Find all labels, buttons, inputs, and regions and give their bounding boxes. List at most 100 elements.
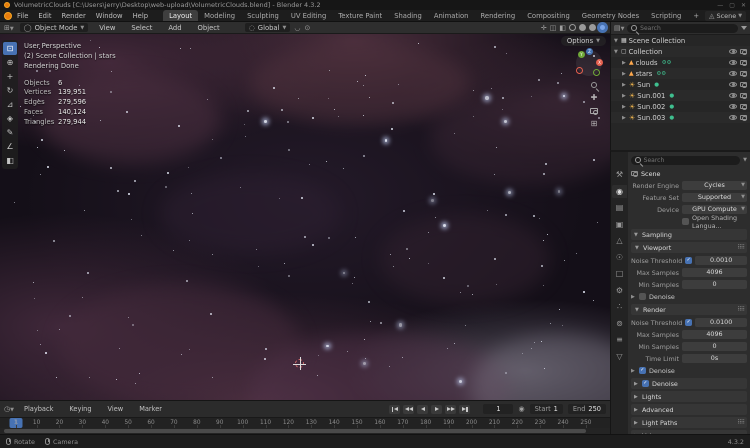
timeline-ruler[interactable]: 1 1 10 20 30 40 50 60 70 80 90 100 110 120 130 140 150 1… [0, 417, 610, 428]
caret-icon[interactable]: ▶ [622, 82, 627, 88]
viewport-menu-view[interactable]: View [94, 23, 120, 33]
noise-threshold-checkbox[interactable] [685, 319, 693, 326]
tool-scale-button[interactable]: ⊿ [3, 98, 17, 111]
properties-tab-particles[interactable]: ∴ [612, 300, 627, 313]
editor-type-selector[interactable]: ⊞▼ [4, 24, 14, 32]
property-number-field[interactable]: 0.0100 [695, 318, 747, 327]
properties-tab-physics[interactable]: ⊚ [612, 317, 627, 330]
tab-modeling[interactable]: Modeling [198, 10, 241, 21]
tool-move-button[interactable]: + [3, 70, 17, 83]
tab-animation[interactable]: Animation [428, 10, 475, 21]
property-dropdown[interactable]: Supported ▼ [682, 193, 747, 202]
tool-add-cube-button[interactable]: ◧ [3, 154, 17, 167]
properties-tab-object[interactable]: □ [612, 267, 627, 280]
hide-viewport-icon[interactable] [729, 82, 737, 87]
viewport-denoise-checkbox[interactable] [639, 293, 646, 300]
zoom-icon[interactable] [591, 82, 597, 88]
filter-icon[interactable] [741, 26, 747, 30]
caret-icon[interactable]: ▶ [622, 60, 627, 66]
properties-search[interactable] [631, 155, 741, 165]
sampling-panel-header[interactable]: ▼ Sampling [631, 229, 747, 240]
options-dropdown[interactable]: Options ▼ [560, 36, 606, 46]
timeline-menu-keying[interactable]: Keying [64, 404, 96, 414]
properties-tab-view-layer[interactable]: ▣ [612, 218, 627, 231]
tab-sculpting[interactable]: Sculpting [241, 10, 285, 21]
tab-scripting[interactable]: Scripting [645, 10, 687, 21]
osl-checkbox[interactable] [682, 218, 689, 225]
disable-render-icon[interactable] [740, 104, 747, 110]
caret-icon[interactable]: ▼ [614, 49, 619, 55]
hide-viewport-icon[interactable] [729, 49, 737, 54]
axis-y-neg-icon[interactable] [593, 69, 600, 76]
section-lights[interactable]: ▶ Lights [631, 391, 747, 402]
hide-viewport-icon[interactable] [729, 104, 737, 109]
minimize-button[interactable]: — [717, 2, 723, 9]
outliner-row-clouds[interactable]: ▶ ▲ clouds ⚙⚙ [611, 57, 750, 68]
outliner-display-mode-icon[interactable]: ▤▼ [614, 24, 624, 32]
outliner-search-input[interactable] [640, 24, 734, 32]
properties-tab-render[interactable]: ◉ [612, 184, 627, 198]
denoise-checkbox[interactable] [642, 380, 649, 387]
shading-material-button[interactable] [589, 24, 596, 31]
property-dropdown[interactable]: GPU Compute ▼ [682, 205, 747, 214]
menu-help[interactable]: Help [128, 11, 154, 21]
noise-threshold-checkbox[interactable] [685, 257, 693, 264]
viewport-3d[interactable]: Options ▼ X Y Z ✚ ⊞ ⊡ ⊕ + ↻ ⊿ ◈ ✎ ∠ ◧ User Persp… [0, 34, 610, 400]
viewport-menu-object[interactable]: Object [193, 23, 225, 33]
timeline-editor-type-icon[interactable]: ◷▼ [4, 405, 14, 413]
viewport-denoise-row[interactable]: ▶ Denoise [631, 291, 747, 302]
axis-x-neg-icon[interactable] [576, 67, 583, 74]
caret-down-icon[interactable]: ▼ [614, 38, 619, 44]
play-button[interactable] [431, 404, 443, 414]
maximize-button[interactable]: ▢ [729, 2, 735, 9]
caret-icon[interactable]: ▶ [622, 71, 627, 77]
hide-viewport-icon[interactable] [729, 115, 737, 120]
outliner-row-sun-002[interactable]: ▶ ☀ Sun.002 ● [611, 101, 750, 112]
disable-render-icon[interactable] [740, 71, 747, 77]
disable-render-icon[interactable] [740, 82, 747, 88]
jump-to-end-button[interactable] [459, 404, 471, 414]
blender-menu-icon[interactable] [4, 11, 12, 20]
properties-tab-modifiers[interactable]: ⚙ [612, 284, 627, 297]
axis-z-icon[interactable]: Z [586, 48, 593, 55]
properties-tab-data[interactable]: ▽ [612, 350, 627, 363]
property-number-field[interactable]: 4096 [682, 268, 747, 277]
menu-edit[interactable]: Edit [33, 11, 56, 21]
outliner-row-sun[interactable]: ▶ ☀ Sun ● [611, 79, 750, 90]
camera-view-icon[interactable] [590, 108, 598, 115]
render-denoise-row[interactable]: ▶ Denoise [631, 365, 747, 376]
render-denoise-checkbox[interactable] [639, 367, 646, 374]
frame-end-field[interactable]: End 250 [567, 404, 606, 414]
properties-search-input[interactable] [643, 156, 737, 164]
current-frame-field[interactable]: 1 [483, 404, 514, 414]
caret-icon[interactable]: ▶ [622, 115, 627, 121]
outliner-row-collection[interactable]: ▼ ▢ Collection [611, 46, 750, 57]
viewport-menu-add[interactable]: Add [163, 23, 186, 33]
properties-tab-constraints[interactable]: ≡ [612, 333, 627, 346]
caret-icon[interactable]: ▶ [622, 93, 627, 99]
tab-rendering[interactable]: Rendering [474, 10, 521, 21]
play-reverse-button[interactable] [417, 404, 429, 414]
section-light-paths[interactable]: ▶ Light Paths ⠿⠿ [631, 417, 747, 428]
tab-geometry-nodes[interactable]: Geometry Nodes [576, 10, 645, 21]
axis-x-icon[interactable]: X [596, 59, 603, 66]
add-workspace-button[interactable]: + [687, 10, 705, 21]
tool-transform-button[interactable]: ◈ [3, 112, 17, 125]
disable-render-icon[interactable] [740, 93, 747, 99]
menu-render[interactable]: Render [57, 11, 91, 21]
section-denoise[interactable]: ▶ Denoise [631, 378, 747, 389]
jump-to-start-button[interactable] [389, 404, 401, 414]
property-number-field[interactable]: 0 [682, 280, 747, 289]
tool-measure-button[interactable]: ∠ [3, 140, 17, 153]
caret-right-icon[interactable]: ▶ [631, 368, 636, 374]
section-advanced[interactable]: ▶ Advanced [631, 404, 747, 415]
tool-cursor-button[interactable]: ⊕ [3, 56, 17, 69]
overlays-toggle-icon[interactable]: ◫ [550, 24, 557, 32]
tab-compositing[interactable]: Compositing [521, 10, 576, 21]
mode-selector[interactable]: ◯ Object Mode ▼ [19, 23, 89, 32]
shading-wireframe-button[interactable] [569, 24, 576, 31]
navigation-gizmo[interactable]: X Y Z [576, 48, 603, 76]
property-number-field[interactable]: 4096 [682, 330, 747, 339]
tool-annotate-button[interactable]: ✎ [3, 126, 17, 139]
timeline-menu-marker[interactable]: Marker [134, 404, 167, 414]
